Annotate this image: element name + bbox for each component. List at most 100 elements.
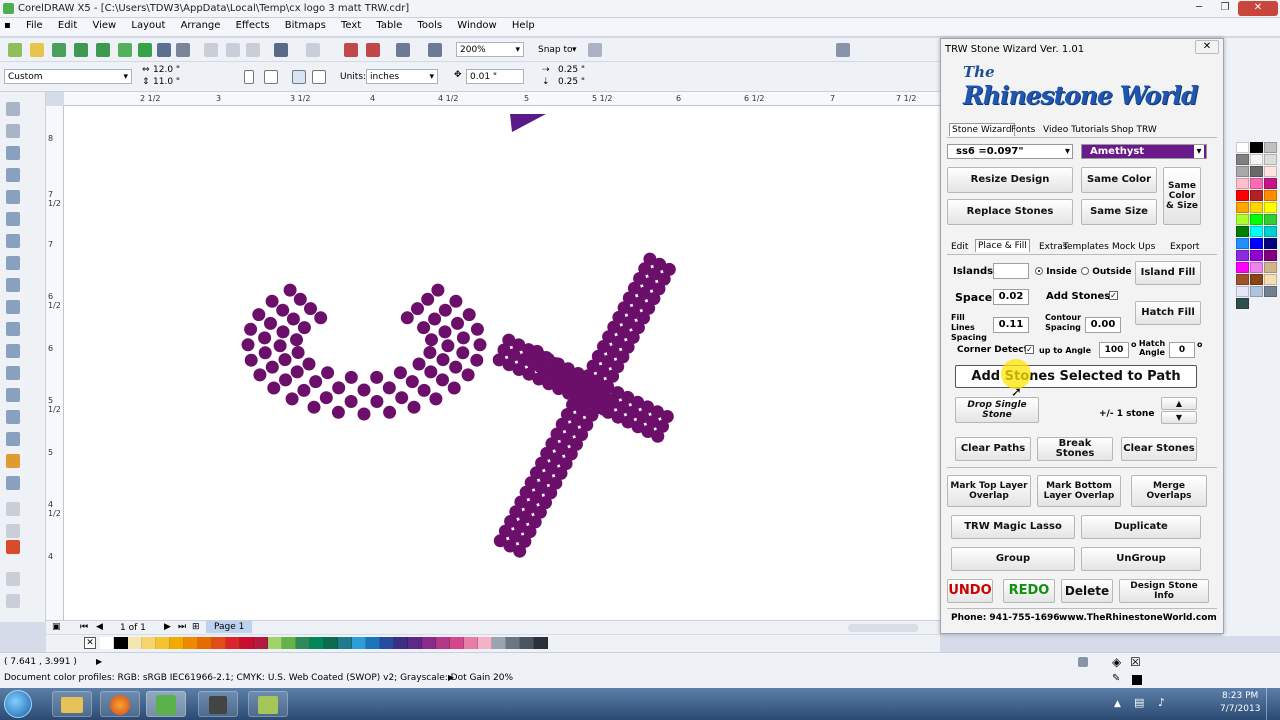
menu-file[interactable]: File — [20, 18, 49, 33]
rhinestone[interactable] — [265, 360, 279, 374]
maximize-button[interactable]: ❐ — [1212, 1, 1238, 16]
vertical-ruler[interactable]: 8 7 1/2 7 6 1/2 6 5 1/2 5 4 1/2 4 — [46, 106, 64, 620]
rhinestone[interactable] — [456, 346, 470, 360]
rhinestone[interactable] — [400, 311, 414, 325]
app-taskbar-button[interactable] — [198, 691, 238, 717]
horizontal-scrollbar[interactable] — [848, 624, 918, 632]
firefox-taskbar-button[interactable] — [100, 691, 140, 717]
color-swatch[interactable] — [1236, 286, 1249, 297]
redo-icon[interactable] — [306, 43, 320, 57]
color-swatch[interactable] — [1264, 190, 1277, 201]
color-swatch[interactable] — [1264, 250, 1277, 261]
ellipse-tool-icon[interactable] — [6, 256, 20, 270]
tab-fonts[interactable]: Fonts — [1011, 125, 1035, 135]
rhinestone[interactable] — [424, 365, 438, 379]
space-field[interactable]: 0.02 — [993, 289, 1029, 305]
color-swatch[interactable] — [1264, 154, 1277, 165]
same-color-size-button[interactable]: Same Color & Size — [1163, 167, 1201, 225]
lock-icon[interactable] — [6, 572, 20, 586]
units-select[interactable]: inches ▾ — [366, 69, 438, 84]
volume-icon[interactable]: ♪ — [1158, 696, 1165, 709]
clear-stones-button[interactable]: Clear Stones — [1121, 437, 1197, 461]
snap-to-dropdown[interactable]: Snap to — [538, 45, 573, 55]
rhinestone[interactable] — [417, 383, 431, 397]
profiles-arrow-icon[interactable]: ▶ — [448, 673, 454, 682]
drop-single-stone-button[interactable]: Drop Single Stone — [955, 397, 1039, 423]
show-desktop-button[interactable] — [1266, 688, 1280, 720]
tab-stone-wizard[interactable]: Stone Wizard — [949, 123, 1015, 136]
rhinestone[interactable] — [425, 333, 438, 347]
rhinestone[interactable] — [278, 353, 292, 367]
network-icon[interactable]: ▤ — [1134, 696, 1144, 709]
fill-tool-icon[interactable] — [6, 454, 20, 468]
mark-top-overlap-button[interactable]: Mark Top Layer Overlap — [947, 475, 1031, 507]
menu-tools[interactable]: Tools — [411, 18, 448, 33]
redo-button[interactable]: REDO — [1003, 579, 1055, 603]
rhinestone[interactable] — [273, 339, 287, 353]
rhinestone[interactable] — [314, 311, 328, 325]
color-swatch[interactable] — [478, 637, 492, 649]
color-swatch[interactable] — [1264, 202, 1277, 213]
rhinestone[interactable] — [264, 316, 277, 330]
duplicate-button[interactable]: Duplicate — [1081, 515, 1201, 539]
corel-capture-taskbar-button[interactable] — [248, 691, 288, 717]
stone-color-select[interactable]: Amethyst ▾ — [1081, 144, 1207, 159]
rhinestone[interactable] — [449, 294, 463, 308]
rhinestone[interactable] — [438, 325, 452, 339]
rhinestone[interactable] — [423, 346, 437, 359]
tab-mock-ups[interactable]: Mock Ups — [1112, 242, 1155, 252]
corel-connect-icon[interactable] — [118, 43, 132, 57]
fill-lines-field[interactable]: 0.11 — [993, 317, 1029, 333]
tab-templates[interactable]: Templates — [1063, 242, 1109, 252]
rhinestone[interactable] — [411, 302, 424, 316]
color-swatch[interactable] — [506, 637, 520, 649]
color-swatch[interactable] — [1236, 190, 1249, 201]
color-palette-horizontal[interactable]: ✕ — [46, 635, 940, 652]
menu-layout[interactable]: Layout — [125, 18, 171, 33]
delete-button[interactable]: Delete — [1061, 579, 1113, 603]
rectangle-tool-icon[interactable] — [6, 234, 20, 248]
break-stones-button[interactable]: Break Stones — [1037, 437, 1113, 461]
rhinestone[interactable] — [393, 366, 407, 380]
color-swatch[interactable] — [1250, 286, 1263, 297]
rhinestone[interactable] — [309, 375, 323, 389]
color-swatch[interactable] — [1236, 178, 1249, 189]
page-height-field[interactable]: 11.0 " — [150, 76, 210, 88]
rhinestone[interactable] — [344, 370, 358, 384]
stone-decrease-button[interactable]: ▼ — [1161, 411, 1197, 424]
crop-tool-icon[interactable] — [6, 146, 20, 160]
open-icon[interactable] — [30, 43, 44, 57]
color-swatch[interactable] — [534, 637, 548, 649]
parallel-dimension-tool-icon[interactable] — [6, 344, 20, 358]
freehand-tool-icon[interactable] — [6, 190, 20, 204]
rhinestone[interactable] — [597, 402, 611, 416]
tab-place-fill[interactable]: Place & Fill — [975, 239, 1030, 252]
menu-view[interactable]: View — [86, 18, 122, 33]
rhinestone[interactable] — [285, 392, 299, 406]
color-swatch[interactable] — [1250, 202, 1263, 213]
color-swatch[interactable] — [1264, 178, 1277, 189]
rhinestone[interactable] — [253, 368, 267, 382]
options-icon[interactable] — [588, 43, 602, 57]
fit-page-icon[interactable]: ▣ — [52, 622, 61, 632]
rhinestone[interactable] — [470, 353, 484, 367]
same-color-button[interactable]: Same Color — [1081, 167, 1157, 193]
color-swatch[interactable] — [226, 637, 240, 649]
clear-paths-button[interactable]: Clear Paths — [955, 437, 1031, 461]
color-swatch[interactable] — [1250, 166, 1263, 177]
rhinestone[interactable] — [662, 262, 676, 276]
color-swatch[interactable] — [1264, 142, 1277, 153]
macro-run-icon[interactable] — [6, 524, 20, 538]
next-page-icon[interactable]: ▶ — [164, 622, 171, 632]
clock-time[interactable]: 8:23 PM — [1222, 691, 1258, 701]
color-swatch[interactable] — [464, 637, 478, 649]
tab-video-tutorials[interactable]: Video Tutorials — [1043, 125, 1109, 135]
shape-tool-icon[interactable] — [6, 124, 20, 138]
rhinestone[interactable] — [428, 312, 442, 326]
rhinestone[interactable] — [417, 321, 431, 335]
connector-tool-icon[interactable] — [6, 366, 20, 380]
basic-shapes-tool-icon[interactable] — [6, 300, 20, 314]
clock-date[interactable]: 7/7/2013 — [1220, 704, 1260, 714]
menu-arrange[interactable]: Arrange — [175, 18, 227, 33]
portrait-icon[interactable] — [244, 70, 254, 84]
